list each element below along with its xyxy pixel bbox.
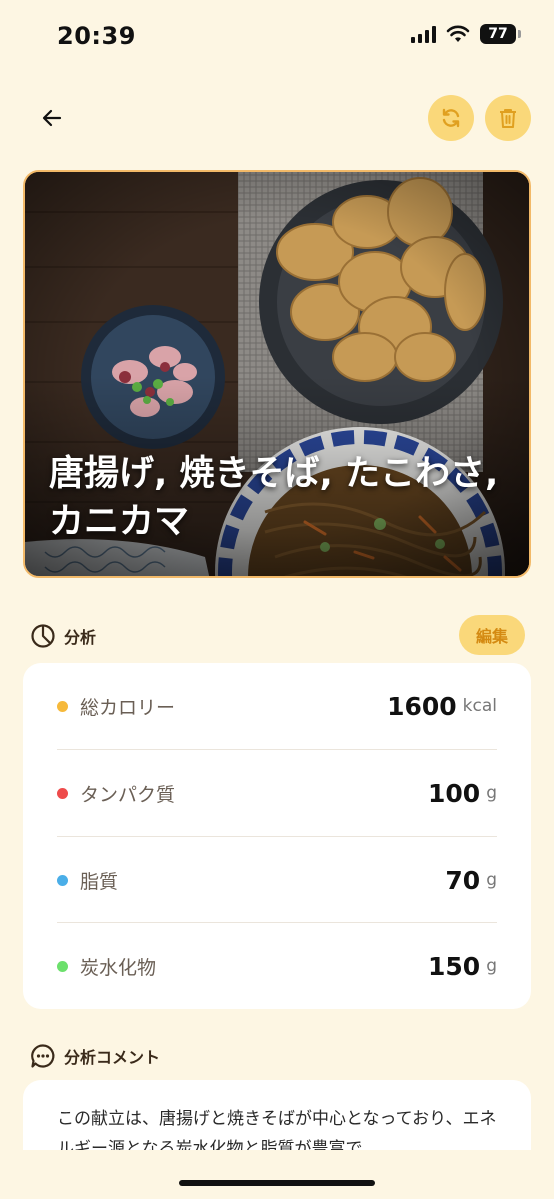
nutrition-name: 総カロリー [80,696,176,719]
analysis-label: 分析 [64,628,97,647]
status-icons: 77 [411,24,521,44]
nutrition-value: 150 [428,951,481,981]
edit-button[interactable]: 編集 [459,615,525,655]
refresh-icon [442,108,460,128]
nutrition-name: 炭水化物 [80,956,157,979]
back-button[interactable] [30,96,74,140]
meal-detail-screen: 20:39 77 唐揚げ, 焼きそば, たこわさ, カニカマ 分析 編集 総カロ… [0,0,554,1199]
nutrition-card: 総カロリー 1600 kcal タンパク質 100 g 脂質 70 g 炭水化物… [23,663,531,1009]
chat-bubble-icon [31,1044,55,1068]
meal-photo: 唐揚げ, 焼きそば, たこわさ, カニカマ [23,170,531,578]
meal-title: 唐揚げ, 焼きそば, たこわさ, カニカマ [49,454,499,542]
comment-label: 分析コメント [64,1048,161,1067]
nutrition-value: 70 [445,865,481,895]
protein-dot [57,787,68,799]
status-time: 20:39 [57,22,136,50]
comment-section-header: 分析コメント [30,1043,160,1069]
status-bar: 20:39 77 [0,0,554,70]
pie-chart-icon [31,624,55,648]
nutrition-unit: g [486,870,497,890]
arrow-left-icon [42,109,62,127]
nutrition-value: 1600 [387,691,457,721]
carbs-dot [57,960,68,972]
nutrition-name: タンパク質 [80,783,176,806]
analysis-section-header: 分析 [30,623,96,649]
nutrition-value: 100 [428,778,481,808]
battery-icon: 77 [480,24,521,44]
nutrition-unit: g [486,783,497,803]
trash-icon [500,109,516,128]
wifi-icon [446,25,470,42]
nutrition-name: 脂質 [80,870,119,893]
delete-button[interactable] [485,95,531,141]
nutrition-row-calories: 総カロリー 1600 kcal [57,663,497,749]
regenerate-button[interactable] [428,95,474,141]
nutrition-row-protein: タンパク質 100 g [57,750,497,836]
cellular-signal-icon [411,25,436,43]
bottom-bar [0,1150,554,1199]
nutrition-row-fat: 脂質 70 g [57,837,497,923]
nutrition-row-carbs: 炭水化物 150 g [57,923,497,1009]
calories-dot [57,700,68,712]
home-indicator[interactable] [179,1180,375,1186]
fat-dot [57,874,68,886]
nutrition-unit: g [486,956,497,976]
nutrition-unit: kcal [462,696,497,716]
